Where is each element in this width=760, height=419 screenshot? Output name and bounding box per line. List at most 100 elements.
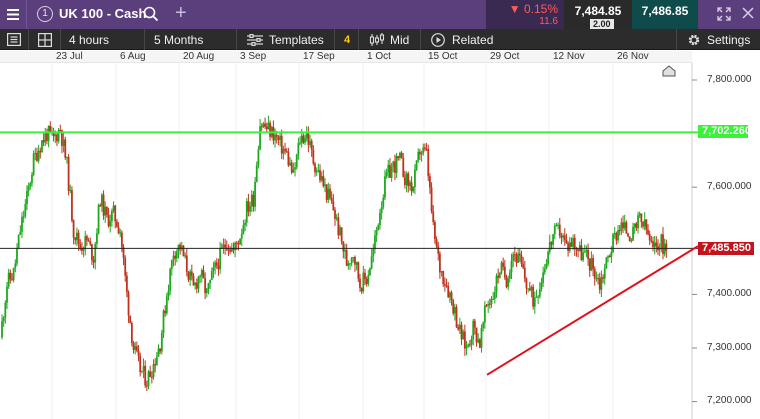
candle-body — [109, 221, 112, 227]
candle-body — [374, 235, 376, 250]
candle-body — [507, 278, 510, 288]
candle-body — [558, 224, 561, 236]
search-icon[interactable] — [143, 6, 159, 25]
candle-body — [154, 364, 157, 366]
candle-body — [150, 377, 153, 379]
candle-body — [615, 233, 618, 241]
candle-body — [282, 148, 285, 154]
candle-body — [360, 287, 363, 292]
settings-button[interactable]: Settings — [687, 29, 750, 50]
candle-body — [264, 123, 266, 127]
candle-body — [642, 222, 644, 227]
candle-body — [608, 256, 611, 258]
candle-body — [19, 231, 22, 235]
candle-body — [315, 170, 318, 173]
candle-body — [477, 339, 480, 343]
candle-body — [174, 255, 177, 259]
candle-body — [505, 277, 508, 288]
candle-body — [467, 344, 470, 347]
candle-body — [422, 147, 425, 153]
candle-body — [89, 241, 92, 245]
candle-body — [637, 215, 639, 229]
candle-body — [297, 143, 300, 155]
candle-body — [595, 278, 598, 280]
chart-toolbar: 4 hours 5 Months Templates 4 Mid Related… — [0, 29, 760, 50]
candle-body — [475, 327, 478, 343]
price-chart[interactable]: 7,800.000 7,600.000 7,400.000 7,300.000 … — [0, 63, 760, 419]
candlestick-chart[interactable] — [0, 63, 760, 419]
candle-body — [435, 239, 438, 247]
candle-body — [630, 240, 633, 242]
date-label: 17 Sep — [303, 51, 335, 62]
candlestick-icon — [369, 32, 385, 46]
candle-body — [339, 227, 341, 236]
candle-body — [124, 258, 127, 276]
panel-toggle-icon[interactable] — [7, 29, 21, 50]
candle-body — [545, 263, 548, 269]
instrument-title[interactable]: UK 100 - Cash — [59, 6, 146, 21]
candle-body — [633, 223, 636, 227]
interval-selector[interactable]: 4 hours — [69, 29, 109, 50]
candle-body — [389, 164, 391, 178]
candle-body — [322, 176, 325, 187]
layout-grid-icon[interactable] — [38, 29, 52, 50]
candle-body — [16, 248, 18, 264]
candle-body — [640, 213, 643, 223]
candle-body — [59, 130, 62, 132]
candle-body — [370, 256, 373, 269]
candle-body — [385, 172, 388, 177]
candle-body — [430, 187, 433, 212]
expand-icon[interactable] — [717, 7, 731, 24]
price-type-selector[interactable]: Mid — [369, 29, 409, 50]
candle-body — [71, 190, 73, 221]
candle-body — [513, 254, 516, 256]
candle-body — [607, 256, 609, 258]
candle-body — [593, 268, 596, 279]
candle-body — [420, 152, 423, 155]
candle-body — [287, 151, 290, 166]
candle-body — [44, 133, 47, 143]
candle-body — [192, 275, 195, 286]
candle-body — [638, 213, 641, 216]
hamburger-menu-icon[interactable] — [0, 0, 27, 29]
candle-body — [627, 233, 629, 237]
candle-body — [597, 278, 599, 280]
templates-button[interactable]: Templates — [247, 29, 324, 50]
candle-body — [577, 249, 579, 251]
candle-body — [34, 153, 37, 155]
range-selector[interactable]: 5 Months — [154, 29, 203, 50]
candle-body — [342, 241, 345, 252]
candle-body — [384, 176, 386, 198]
candle-body — [234, 242, 236, 251]
candle-body — [434, 222, 436, 240]
candle-body — [648, 233, 651, 241]
date-label: 29 Oct — [490, 51, 520, 62]
candle-body — [29, 183, 32, 187]
candle-body — [247, 201, 250, 212]
candle-body — [99, 205, 102, 207]
candle-body — [570, 242, 573, 247]
candle-body — [129, 315, 132, 323]
add-tab-icon[interactable]: + — [175, 2, 187, 25]
candle-body — [300, 135, 303, 143]
settings-label: Settings — [707, 32, 751, 47]
candle-body — [487, 303, 490, 306]
candle-body — [503, 266, 506, 278]
buy-price-button[interactable]: 7,486.85 — [632, 0, 698, 29]
candle-body — [620, 222, 623, 231]
close-icon[interactable] — [742, 7, 754, 22]
candle-body — [169, 268, 172, 291]
candle-body — [618, 230, 621, 232]
candle-body — [120, 232, 123, 248]
candle-body — [56, 134, 58, 142]
candle-body — [517, 253, 520, 263]
candle-body — [542, 272, 545, 283]
candle-body — [24, 204, 27, 217]
related-button[interactable]: Related — [431, 29, 493, 50]
candle-body — [252, 194, 255, 207]
candle-body — [42, 140, 45, 143]
candle-body — [214, 262, 217, 268]
candle-body — [364, 272, 366, 279]
candle-body — [377, 225, 380, 230]
candle-body — [32, 153, 35, 175]
